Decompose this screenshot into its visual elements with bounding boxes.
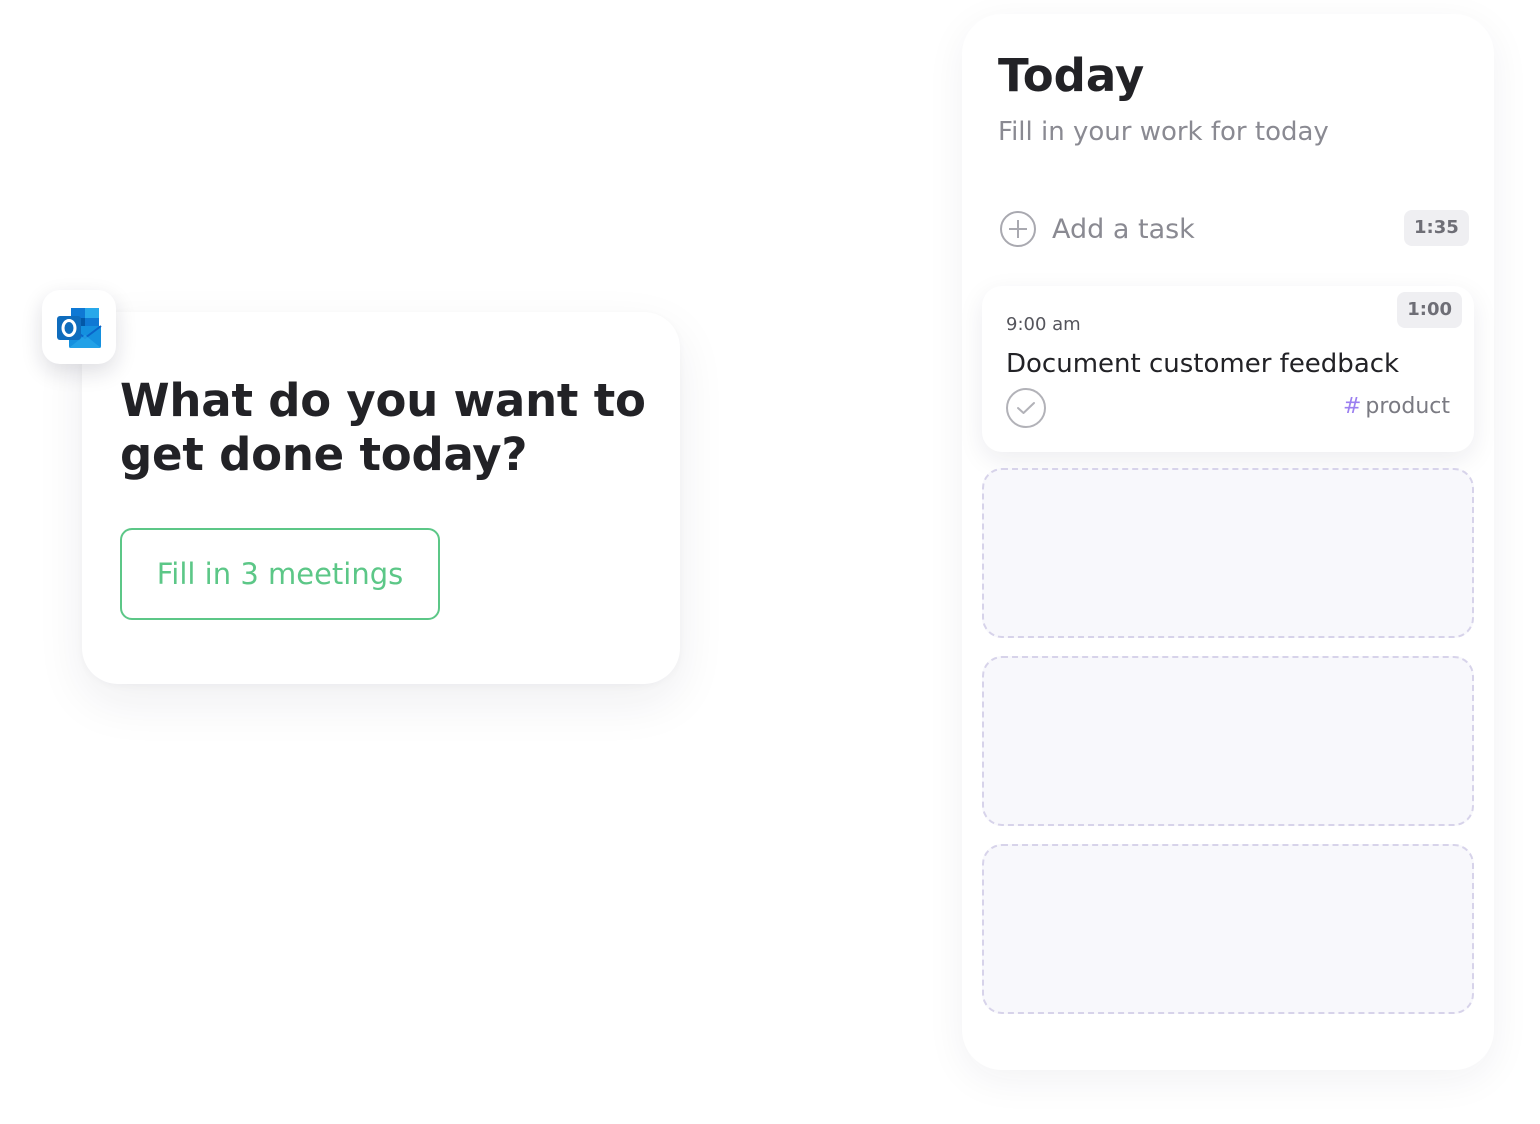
prompt-title: What do you want to get done today?: [120, 374, 646, 481]
task-time: 9:00 am: [1006, 314, 1081, 335]
complete-task-button[interactable]: [1006, 388, 1046, 428]
today-title: Today: [998, 49, 1145, 102]
fill-meetings-button[interactable]: Fill in 3 meetings: [120, 528, 440, 620]
tag-hash-icon: #: [1342, 394, 1362, 419]
outlook-app-badge: [42, 290, 116, 364]
task-tag[interactable]: # product: [1343, 394, 1450, 419]
empty-task-slot[interactable]: [982, 468, 1474, 638]
plus-circle-icon: [1000, 211, 1036, 247]
today-subtitle: Fill in your work for today: [998, 117, 1329, 147]
add-task-button[interactable]: Add a task: [1000, 208, 1462, 250]
today-panel: Today Fill in your work for today Add a …: [962, 14, 1494, 1070]
remaining-time-badge: 1:35: [1404, 210, 1469, 246]
empty-task-slot[interactable]: [982, 844, 1474, 1014]
add-task-label: Add a task: [1052, 213, 1195, 245]
outlook-icon: [57, 308, 102, 348]
empty-task-slot[interactable]: [982, 656, 1474, 826]
checkmark-icon: [1017, 402, 1035, 414]
prompt-card: What do you want to get done today? Fill…: [82, 312, 680, 684]
task-title: Document customer feedback: [1006, 349, 1400, 379]
task-card[interactable]: 9:00 am 1:00 Document customer feedback …: [982, 286, 1474, 452]
task-duration-badge: 1:00: [1397, 292, 1462, 328]
task-tag-label: product: [1365, 394, 1450, 419]
stage: What do you want to get done today? Fill…: [0, 0, 1540, 1124]
